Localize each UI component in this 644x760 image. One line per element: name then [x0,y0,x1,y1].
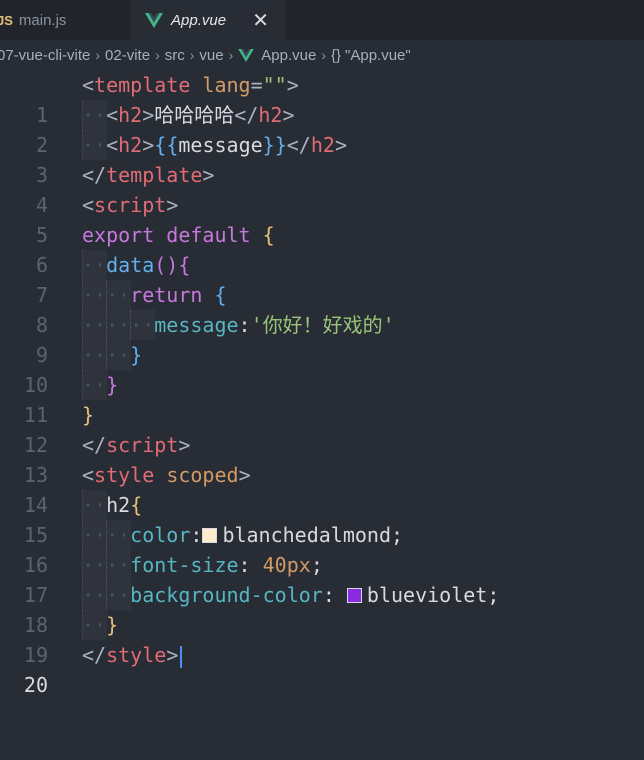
tab-app-vue[interactable]: App.vue ✕ [131,0,286,40]
text-cursor [180,645,183,668]
code-token: default [166,223,251,247]
code-token: script [106,433,179,457]
code-token: background-color [130,583,323,607]
code-token: h2 [118,133,143,157]
code-line: 16 ····color: blanchedalmond; [0,520,644,577]
code-token: h2 [258,103,283,127]
code-line: 2 ··<h2>哈哈哈哈</h2> [0,100,644,157]
tab-label: App.vue [171,11,227,29]
breadcrumb-item[interactable]: 07-vue-cli-vite [0,47,90,64]
code-token: blueviolet [366,583,488,607]
code-line: 3 ··<h2>{{message}}</h2> [0,130,644,187]
breadcrumb-item[interactable]: vue [199,47,223,64]
tab-main-js[interactable]: JS main.js [0,0,130,40]
chevron-right-icon: › [189,47,195,63]
javascript-file-icon: JS [0,12,13,28]
code-token: template [94,73,191,97]
chevron-right-icon: › [95,47,101,63]
color-swatch[interactable] [202,527,218,543]
code-line: 15 ··h2{ [0,490,644,547]
breadcrumb-item[interactable]: src [165,47,185,64]
code-token: h2 [106,493,131,517]
code-line: 20 </style> [0,640,644,697]
code-line: 17 ····font-size: 40px; [0,550,644,607]
code-line: 12 } [0,400,644,457]
code-token: lang [202,73,251,97]
chevron-right-icon: › [228,47,234,63]
code-token: message [154,313,239,337]
tab-label: main.js [18,11,67,29]
code-token: script [94,193,167,217]
close-tab-icon[interactable]: ✕ [252,8,269,32]
code-token: data [106,253,155,277]
code-token: font-size [130,553,239,577]
code-line: 11 ··} [0,370,644,427]
code-line: 13 </script> [0,430,644,487]
code-editor[interactable]: 1 <template lang=""> 2 ··<h2>哈哈哈哈</h2> 3… [0,70,644,697]
breadcrumb-item[interactable]: 02-vite [105,47,150,64]
code-line: 7 ··data(){ [0,250,644,307]
code-token: scoped [166,463,239,487]
chevron-right-icon: › [155,47,160,63]
code-line: 10 ····} [0,340,644,397]
code-line: 9 ······message:'你好！好戏的' [0,310,644,367]
breadcrumb-item[interactable]: App.vue [261,47,316,64]
code-token: style [106,643,167,667]
code-token: }} [262,133,287,157]
code-line: 1 <template lang=""> [0,70,644,127]
code-token: 哈哈哈哈 [154,103,235,127]
vue-file-icon [145,12,163,28]
color-swatch[interactable] [346,587,362,603]
code-line: 14 <style scoped> [0,460,644,517]
code-line: 6 export default { [0,220,644,277]
code-token: return [130,283,203,307]
code-token: h2 [118,103,143,127]
code-token: message [178,133,263,157]
code-token: blanchedalmond [222,523,392,547]
code-line: 19 ··} [0,610,644,667]
breadcrumb: 07-vue-cli-vite › 02-vite › src › vue › … [0,40,644,70]
line-number: 20 [23,673,48,697]
code-line: 8 ····return { [0,280,644,337]
code-token: '你好！好戏的' [250,313,395,337]
code-token: "" [262,73,287,97]
chevron-right-icon: › [321,47,326,63]
tab-bar: JS main.js App.vue ✕ [0,0,644,40]
code-token: 40px [262,553,311,577]
code-line: 4 </template> [0,160,644,217]
code-token: export [82,223,155,247]
code-token: {{ [154,133,179,157]
vue-file-icon [238,48,255,62]
code-token: h2 [310,133,335,157]
breadcrumb-symbol[interactable]: "App.vue" [345,47,411,64]
code-token: color [130,523,191,547]
code-token: style [94,463,155,487]
code-token: template [106,163,203,187]
symbol-braces-icon: {} [331,46,342,64]
code-line: 5 <script> [0,190,644,247]
code-line: 18 ····background-color: blueviolet; [0,580,644,637]
